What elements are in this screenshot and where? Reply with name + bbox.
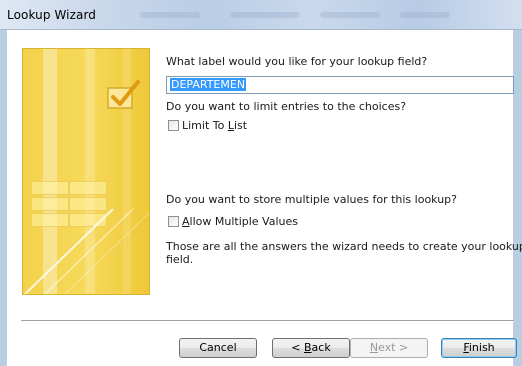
limit-question: Do you want to limit entries to the choi… [166,100,407,113]
allow-multiple-values-label[interactable]: Allow Multiple Values [182,215,298,228]
final-message-line1: Those are all the answers the wizard nee… [166,240,522,253]
lookup-label-field[interactable]: DEPARTEMEN [166,76,514,94]
multi-values-question: Do you want to store multiple values for… [166,193,458,206]
limit-to-list-label[interactable]: Limit To List [182,119,247,132]
label-text: ext > [378,341,409,354]
window-frame-left [0,30,7,366]
limit-to-list-checkbox[interactable] [168,120,179,131]
accelerator-key: N [369,341,379,354]
background-window-blur [320,12,380,18]
next-button[interactable]: Next > [350,338,428,358]
accelerator-key: B [304,341,312,354]
label-text: ack [311,341,331,354]
label-text: ist [233,119,248,132]
accelerator-key: A [182,215,190,228]
label-text: < [291,341,304,354]
label-question: What label would you like for your looku… [166,55,428,68]
background-window-blur [140,12,200,18]
label-text: inish [468,341,495,354]
art-grid-tile [69,181,107,195]
diagonal-lines-decoration [23,208,149,294]
finish-button[interactable]: Finish [441,338,517,358]
title-bar[interactable]: Lookup Wizard [0,0,522,30]
background-window-blur [230,12,300,18]
allow-multiple-values-checkbox[interactable] [168,216,179,227]
label-field-value: DEPARTEMEN [170,78,247,91]
background-window-blur [400,12,450,18]
back-button[interactable]: < Back [272,338,350,358]
cancel-button[interactable]: Cancel [179,338,257,358]
window-title: Lookup Wizard [7,8,97,22]
label-text: llow Multiple Values [189,215,298,228]
checkmark-icon [107,80,140,109]
label-text: Limit To [182,119,228,132]
art-grid-tile [31,181,69,195]
footer-divider [21,320,514,322]
wizard-illustration [22,48,150,295]
window-frame-right [513,30,522,366]
final-message-line2: field. [166,253,194,266]
